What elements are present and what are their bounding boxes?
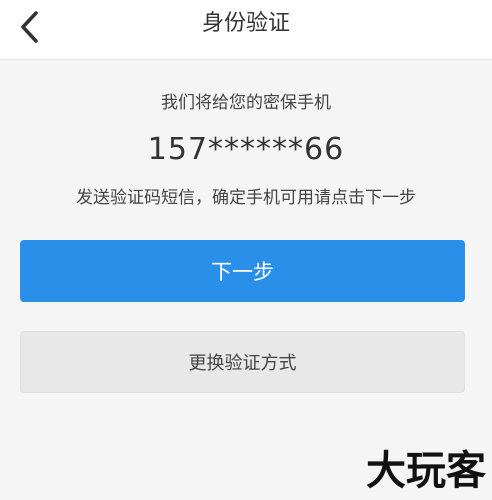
- next-step-button[interactable]: 下一步: [20, 240, 465, 302]
- masked-phone-number: 157******66: [147, 132, 345, 167]
- change-verification-method-button[interactable]: 更换验证方式: [20, 331, 465, 393]
- sms-description-text: 发送验证码短信，确定手机可用请点击下一步: [76, 188, 416, 208]
- top-bar: 身份验证: [0, 0, 492, 60]
- watermark-logo: 大玩客: [366, 447, 486, 494]
- send-prompt-text: 我们将给您的密保手机: [161, 93, 331, 113]
- page-title: 身份验证: [201, 11, 290, 36]
